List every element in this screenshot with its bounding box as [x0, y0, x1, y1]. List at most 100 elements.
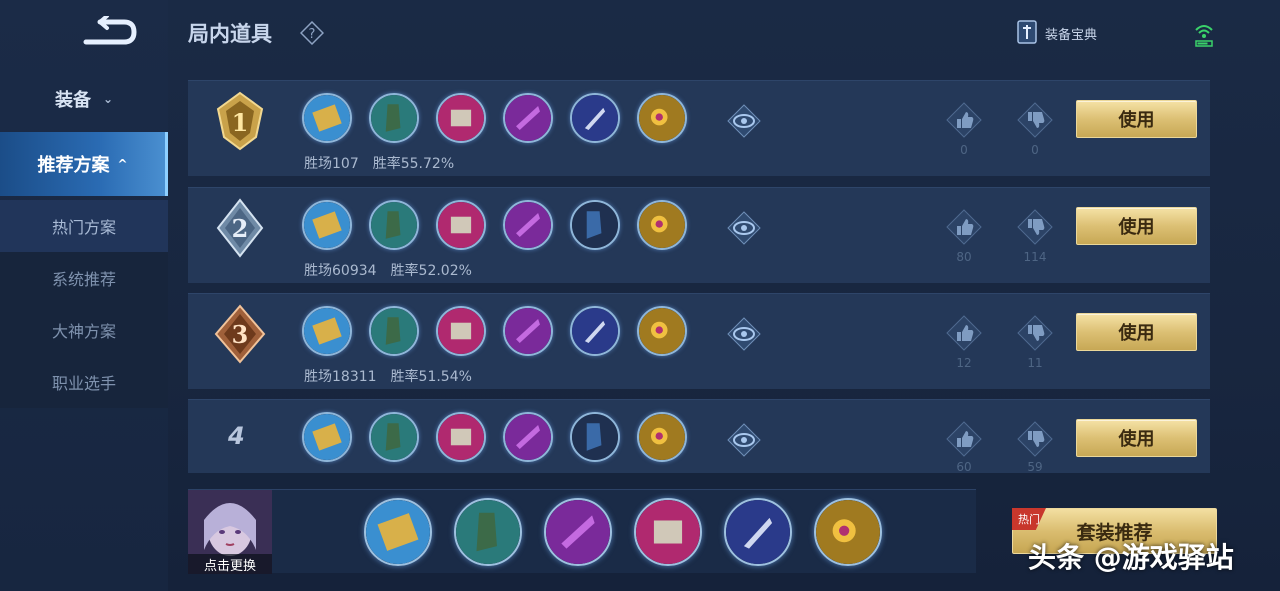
sidebar-item-pro[interactable]: 职业选手 — [0, 356, 168, 408]
item-icon[interactable] — [570, 93, 620, 143]
item-icon[interactable] — [503, 412, 553, 462]
item-icon[interactable]: ✦ — [637, 93, 687, 143]
thumbs-up-icon[interactable] — [945, 314, 983, 352]
dislikes-count: 0 — [1031, 143, 1039, 157]
chevron-down-icon: ⌄ — [102, 92, 114, 106]
likes-count: 0 — [960, 143, 968, 157]
item-icon[interactable] — [369, 412, 419, 462]
item-icon[interactable] — [570, 200, 620, 250]
item-icon[interactable]: ✦ — [637, 306, 687, 356]
eye-icon[interactable] — [726, 103, 762, 139]
use-button[interactable]: 使用 — [1076, 313, 1197, 351]
likes-count: 12 — [956, 356, 972, 370]
svg-text:3: 3 — [232, 320, 249, 349]
item-icon[interactable] — [436, 200, 486, 250]
item-icon[interactable] — [724, 498, 792, 566]
dislikes-count: 11 — [1027, 356, 1043, 370]
item-list: ✦ — [302, 306, 687, 356]
item-icon[interactable]: ✦ — [637, 412, 687, 462]
change-hero-label: 点击更换 — [188, 554, 272, 574]
eye-icon[interactable] — [726, 316, 762, 352]
item-icon[interactable] — [454, 498, 522, 566]
thumbs-up-icon[interactable] — [945, 420, 983, 458]
recommend-plan-tab[interactable]: 推荐方案 ^ — [0, 132, 168, 196]
eye-icon[interactable] — [726, 210, 762, 246]
current-items — [364, 498, 882, 566]
equip-label: 装备 — [54, 90, 91, 111]
item-icon[interactable] — [544, 498, 612, 566]
item-icon[interactable] — [369, 306, 419, 356]
sidebar-item-label: 大神方案 — [51, 322, 116, 341]
item-icon[interactable] — [302, 412, 352, 462]
item-icon[interactable] — [436, 412, 486, 462]
use-button[interactable]: 使用 — [1076, 100, 1197, 138]
sidebar-item-master[interactable]: 大神方案 — [0, 304, 168, 356]
item-icon[interactable] — [503, 200, 553, 250]
item-icon[interactable] — [436, 93, 486, 143]
item-list: ✦ — [302, 200, 687, 250]
current-build-bar: 点击更换 — [188, 489, 976, 574]
sidebar-item-label: 热门方案 — [51, 218, 116, 237]
wins-text: 胜场107 — [304, 156, 359, 172]
item-icon[interactable]: ✦ — [637, 200, 687, 250]
sidebar: 装备 ⌄ 推荐方案 ^ 热门方案 系统推荐 大神方案 职业选手 — [0, 0, 168, 591]
thumbs-down-icon[interactable] — [1016, 420, 1054, 458]
plan-row: 2 ✦ 胜场60934 胜率52.02% 80 114 使用 — [188, 187, 1210, 283]
rank-number: 4 — [228, 422, 245, 450]
thumbs-down-icon[interactable] — [1016, 101, 1054, 139]
use-button[interactable]: 使用 — [1076, 207, 1197, 245]
item-list: ✦ — [302, 412, 687, 462]
item-icon[interactable] — [634, 498, 702, 566]
item-icon[interactable] — [302, 93, 352, 143]
rate-text: 胜率55.72% — [372, 156, 455, 172]
back-icon[interactable] — [80, 16, 138, 48]
item-icon[interactable] — [503, 93, 553, 143]
sidebar-item-hot[interactable]: 热门方案 — [0, 200, 168, 252]
subnav: 热门方案 系统推荐 大神方案 职业选手 — [0, 200, 168, 408]
hero-avatar[interactable]: 点击更换 — [188, 490, 272, 574]
item-icon[interactable] — [570, 412, 620, 462]
item-icon[interactable] — [364, 498, 432, 566]
thumbs-down-icon[interactable] — [1016, 208, 1054, 246]
sidebar-item-label: 职业选手 — [51, 374, 116, 393]
codex-link[interactable]: 装备宝典 — [1015, 18, 1097, 48]
item-icon[interactable] — [302, 306, 352, 356]
item-icon[interactable] — [503, 306, 553, 356]
plan-row: 3 ✦ 胜场18311 胜率51.54% 12 11 使用 — [188, 293, 1210, 389]
thumbs-up-icon[interactable] — [945, 101, 983, 139]
item-icon[interactable] — [570, 306, 620, 356]
svg-text:1: 1 — [232, 108, 249, 137]
dislikes-count: 114 — [1023, 250, 1047, 264]
use-button[interactable]: 使用 — [1076, 419, 1197, 457]
sidebar-item-system[interactable]: 系统推荐 — [0, 252, 168, 304]
stats: 胜场107 胜率55.72% — [304, 153, 454, 173]
item-icon[interactable] — [302, 200, 352, 250]
page-title: 局内道具 — [188, 22, 272, 46]
item-icon[interactable] — [436, 306, 486, 356]
watermark: 头条 @游戏驿站 — [1028, 541, 1234, 574]
eye-icon[interactable] — [726, 422, 762, 458]
item-icon[interactable] — [814, 498, 882, 566]
recommend-label: 推荐方案 — [37, 155, 110, 176]
wins-text: 胜场60934 — [304, 263, 377, 279]
wifi-icon — [1195, 25, 1213, 47]
likes-count: 60 — [956, 460, 972, 474]
stats: 胜场60934 胜率52.02% — [304, 260, 472, 280]
chevron-up-icon: ^ — [117, 157, 128, 171]
item-icon[interactable] — [369, 200, 419, 250]
equip-menu[interactable]: 装备 ⌄ — [0, 78, 168, 120]
codex-label: 装备宝典 — [1045, 27, 1098, 43]
rank-1-badge-icon: 1 — [216, 91, 264, 151]
rate-text: 胜率51.54% — [390, 369, 472, 385]
thumbs-down-icon[interactable] — [1016, 314, 1054, 352]
item-icon[interactable] — [369, 93, 419, 143]
likes-count: 80 — [956, 250, 972, 264]
book-icon — [1017, 20, 1037, 44]
help-icon[interactable]: ? — [300, 21, 324, 45]
plan-row: 1 ✦ 胜场107 胜率55.72% 0 0 使用 — [188, 80, 1210, 176]
plan-row: 4 ✦ 60 59 使用 — [188, 399, 1210, 474]
item-list: ✦ — [302, 93, 687, 143]
rank-2-badge-icon: 2 — [216, 198, 264, 258]
rate-text: 胜率52.02% — [390, 263, 472, 279]
thumbs-up-icon[interactable] — [945, 208, 983, 246]
